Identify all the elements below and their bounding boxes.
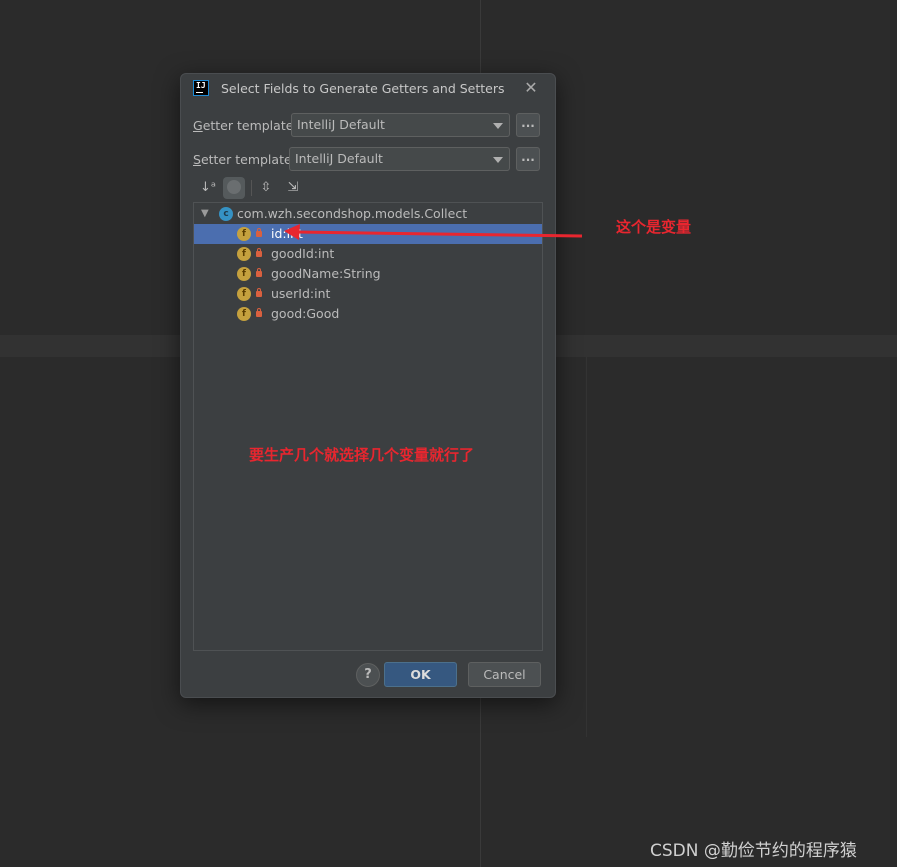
setter-template-value: IntelliJ Default (295, 151, 383, 166)
annotation-variable-note: 这个是变量 (616, 218, 692, 236)
setter-template-label: Setter template: (193, 152, 296, 167)
field-name: good:Good (271, 306, 340, 321)
expand-all-icon[interactable]: ⇳ (255, 177, 277, 199)
dialog-titlebar[interactable]: IJ Select Fields to Generate Getters and… (181, 74, 555, 104)
cancel-button[interactable]: Cancel (468, 662, 541, 687)
getter-template-select[interactable]: IntelliJ Default (291, 113, 510, 137)
setter-template-select[interactable]: IntelliJ Default (289, 147, 510, 171)
field-icon: f (237, 247, 251, 261)
lock-icon (256, 228, 262, 237)
class-icon: c (219, 207, 233, 221)
tree-field-row[interactable]: f goodId:int (194, 244, 542, 264)
circle-icon (227, 179, 241, 194)
annotation-select-note: 要生产几个就选择几个变量就行了 (249, 446, 475, 464)
sort-alphabetically-icon[interactable]: ↓ᵃ (197, 177, 219, 199)
field-name: userId:int (271, 286, 331, 301)
dialog-title: Select Fields to Generate Getters and Se… (221, 81, 505, 96)
field-icon: f (237, 267, 251, 281)
ok-button[interactable]: OK (384, 662, 457, 687)
tree-field-row[interactable]: f id:int (194, 224, 542, 244)
csdn-watermark: CSDN @勤俭节约的程序猿 (650, 841, 857, 861)
field-icon: f (237, 227, 251, 241)
field-name: id:int (271, 226, 303, 241)
chevron-down-icon[interactable]: ▼ (201, 204, 209, 224)
class-name: com.wzh.secondshop.models.Collect (237, 206, 468, 221)
field-name: goodId:int (271, 246, 335, 261)
chevron-down-icon (493, 157, 503, 163)
lock-icon (256, 288, 262, 297)
tree-field-row[interactable]: f good:Good (194, 304, 542, 324)
fields-tree[interactable]: ▼ c com.wzh.secondshop.models.Collect f … (193, 202, 543, 651)
field-name: goodName:String (271, 266, 381, 281)
intellij-app-icon: IJ (193, 80, 209, 96)
tree-class-node[interactable]: ▼ c com.wzh.secondshop.models.Collect (194, 204, 542, 224)
lock-icon (256, 268, 262, 277)
getter-template-label: Getter template: (193, 118, 298, 133)
field-icon: f (237, 307, 251, 321)
show-inherited-toggle[interactable] (223, 177, 245, 199)
getter-template-value: IntelliJ Default (297, 117, 385, 132)
close-icon[interactable]: ✕ (521, 77, 541, 99)
tree-field-row[interactable]: f goodName:String (194, 264, 542, 284)
lock-icon (256, 248, 262, 257)
editor-divider-vertical-2 (586, 357, 587, 737)
toolbar-separator (251, 180, 252, 196)
collapse-all-icon[interactable]: ⇲ (282, 177, 304, 199)
getter-template-more-button[interactable]: ... (516, 113, 540, 137)
tree-field-row[interactable]: f userId:int (194, 284, 542, 304)
chevron-down-icon (493, 123, 503, 129)
setter-template-more-button[interactable]: ... (516, 147, 540, 171)
field-icon: f (237, 287, 251, 301)
help-button[interactable]: ? (356, 663, 380, 687)
generate-getters-setters-dialog: IJ Select Fields to Generate Getters and… (180, 73, 556, 698)
lock-icon (256, 308, 262, 317)
